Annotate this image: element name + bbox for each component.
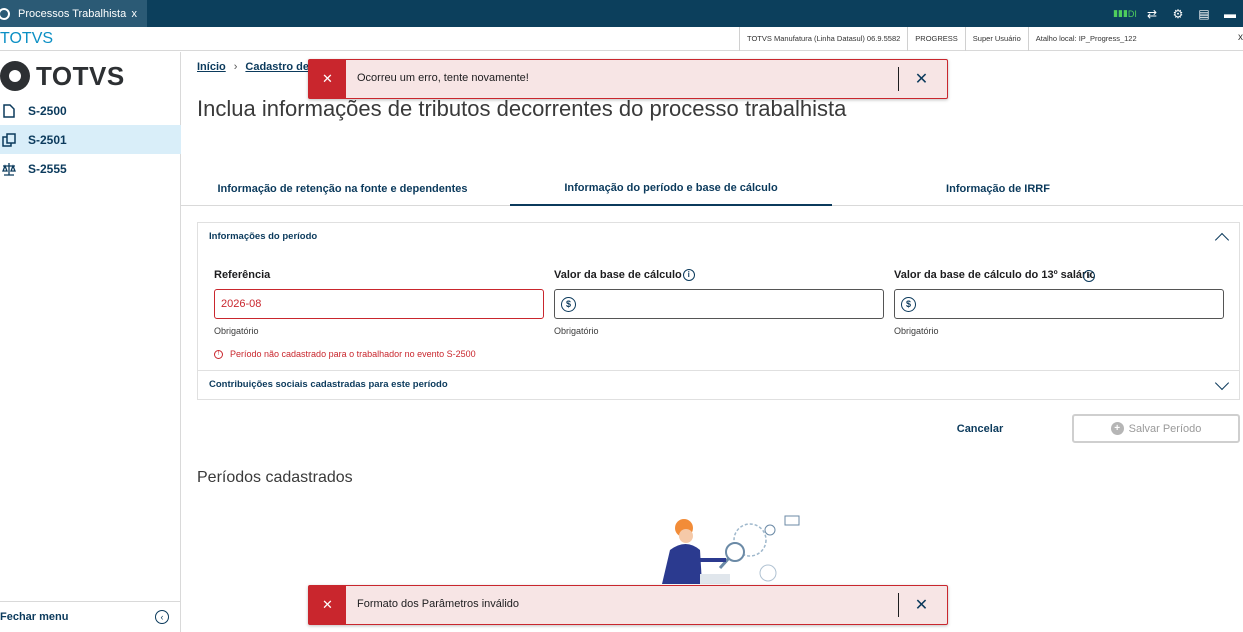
base-calculo-label-text: Valor da base de cálculo xyxy=(554,269,682,281)
info-cells: TOTVS Manufatura (Linha Datasul) 06.9.55… xyxy=(739,27,1144,51)
logo-text: TOTVS xyxy=(36,60,125,91)
error-toast: ✕ Formato dos Parâmetros inválido ✕ xyxy=(308,585,948,625)
chat-icon[interactable]: ▬ xyxy=(1217,0,1243,27)
panel-header[interactable]: Informações do período xyxy=(209,231,317,242)
toast-close-button[interactable]: ✕ xyxy=(909,593,934,617)
local-shortcut: Atalho local: IP_Progress_122 xyxy=(1027,27,1144,51)
toast-separator xyxy=(898,593,899,617)
chevron-left-icon[interactable]: ‹ xyxy=(155,610,169,624)
sidebar-item-s2555[interactable]: S-2555 xyxy=(0,154,181,183)
close-icon[interactable]: x xyxy=(1238,32,1243,43)
signal-icon: ▮▮▮ DI xyxy=(1113,8,1137,19)
top-bar: Processos Trabalhista x ▮▮▮ DI ⇄ ⚙ ▤ ▬ xyxy=(0,0,1243,27)
tab-irrf[interactable]: Informação de IRRF xyxy=(838,171,1158,206)
dollar-icon: $ xyxy=(901,296,916,312)
scale-icon xyxy=(2,162,16,176)
base-13-label: Valor da base de cálculo do 13º salário xyxy=(894,269,1094,281)
breadcrumb-current[interactable]: Cadastro de xyxy=(245,61,309,73)
referencia-label: Referência xyxy=(214,269,271,281)
plus-icon: + xyxy=(1110,422,1124,435)
toast-separator xyxy=(898,67,899,91)
base-13-help: Obrigatório xyxy=(894,326,939,336)
cancel-button[interactable]: Cancelar xyxy=(944,415,1016,442)
breadcrumb-separator: › xyxy=(233,61,238,73)
help-icon[interactable]: i xyxy=(1083,270,1095,282)
totvs-logo-icon xyxy=(0,61,30,91)
help-icon[interactable]: i xyxy=(682,269,695,282)
referencia-value: 2026-08 xyxy=(221,298,262,310)
base-calculo-input[interactable]: $ xyxy=(554,289,884,319)
panel-divider xyxy=(198,370,1239,371)
product-version: TOTVS Manufatura (Linha Datasul) 06.9.55… xyxy=(739,27,907,51)
sidebar-item-s2500[interactable]: S-2500 xyxy=(0,96,181,125)
database-type: PROGRESS xyxy=(907,27,965,51)
referencia-input[interactable]: 2026-08 xyxy=(214,289,544,319)
app-tab-title: Processos Trabalhista xyxy=(18,7,127,20)
top-icons: ▮▮▮ DI ⇄ ⚙ ▤ ▬ xyxy=(1111,0,1243,27)
toast-close-button[interactable]: ✕ xyxy=(909,67,934,91)
document-icon[interactable]: ▤ xyxy=(1191,0,1217,27)
close-icon: ✕ xyxy=(309,586,346,624)
referencia-help: Obrigatório xyxy=(214,326,259,336)
save-period-button[interactable]: + Salvar Período xyxy=(1072,414,1240,443)
app-tab[interactable]: Processos Trabalhista x xyxy=(0,0,147,27)
breadcrumb: Início › Cadastro de xyxy=(197,61,309,73)
document-icon xyxy=(2,103,16,118)
gear-icon[interactable]: ⚙ xyxy=(1165,0,1191,27)
sidebar-item-label: S-2500 xyxy=(28,103,67,118)
shuffle-icon[interactable]: ⇄ xyxy=(1139,0,1165,27)
error-toast: ✕ Ocorreu um erro, tente novamente! ✕ xyxy=(308,59,948,99)
copy-icon xyxy=(2,132,16,147)
tab-bar: Informação de retenção na fonte e depend… xyxy=(181,171,1243,206)
sidebar: TOTVS S-2500 S-2501 S-2555 Fechar menu ‹ xyxy=(0,52,181,632)
user-name: Super Usuário xyxy=(964,27,1028,51)
brand-text: TOTVS xyxy=(0,30,54,47)
chevron-up-icon[interactable] xyxy=(1214,232,1230,248)
referencia-error-text: Período não cadastrado para o trabalhado… xyxy=(230,349,476,359)
base-calculo-help: Obrigatório xyxy=(554,326,599,336)
close-menu-label: Fechar menu xyxy=(0,611,69,623)
info-bar: TOTVS TOTVS Manufatura (Linha Datasul) 0… xyxy=(0,27,1243,51)
sidebar-item-label: S-2501 xyxy=(28,132,67,147)
close-icon: ✕ xyxy=(309,60,346,98)
breadcrumb-home[interactable]: Início xyxy=(197,61,226,73)
toast-message: Formato dos Parâmetros inválido xyxy=(357,598,520,610)
error-icon: ! xyxy=(214,349,223,359)
contribuicoes-header[interactable]: Contribuições sociais cadastradas para e… xyxy=(209,379,448,390)
sidebar-item-label: S-2555 xyxy=(28,161,67,176)
totvs-circle-icon xyxy=(0,7,10,20)
toast-message: Ocorreu um erro, tente novamente! xyxy=(357,72,529,84)
base-13-input[interactable]: $ xyxy=(894,289,1224,319)
signal-label: DI xyxy=(1127,8,1137,19)
dollar-icon: $ xyxy=(561,296,576,312)
referencia-error: ! Período não cadastrado para o trabalha… xyxy=(214,349,476,359)
section-title: Períodos cadastrados xyxy=(197,469,353,486)
base-13-label-text: Valor da base de cálculo do 13º salário xyxy=(894,269,1094,281)
close-menu-button[interactable]: Fechar menu ‹ xyxy=(0,601,181,632)
totvs-logo: TOTVS xyxy=(0,60,125,92)
app-tab-close-button[interactable]: x xyxy=(132,8,138,20)
tab-retencao[interactable]: Informação de retenção na fonte e depend… xyxy=(181,171,504,206)
sidebar-item-s2501[interactable]: S-2501 xyxy=(0,125,181,154)
base-calculo-label: Valor da base de cálculo i xyxy=(554,269,695,282)
tab-periodo[interactable]: Informação do período e base de cálculo xyxy=(510,171,832,206)
period-panel: Informações do período Referência 2026-0… xyxy=(197,222,1240,400)
save-period-label: Salvar Período xyxy=(1128,422,1202,435)
page-title: Inclua informações de tributos decorrent… xyxy=(197,96,847,121)
chevron-down-icon[interactable] xyxy=(1214,375,1230,391)
